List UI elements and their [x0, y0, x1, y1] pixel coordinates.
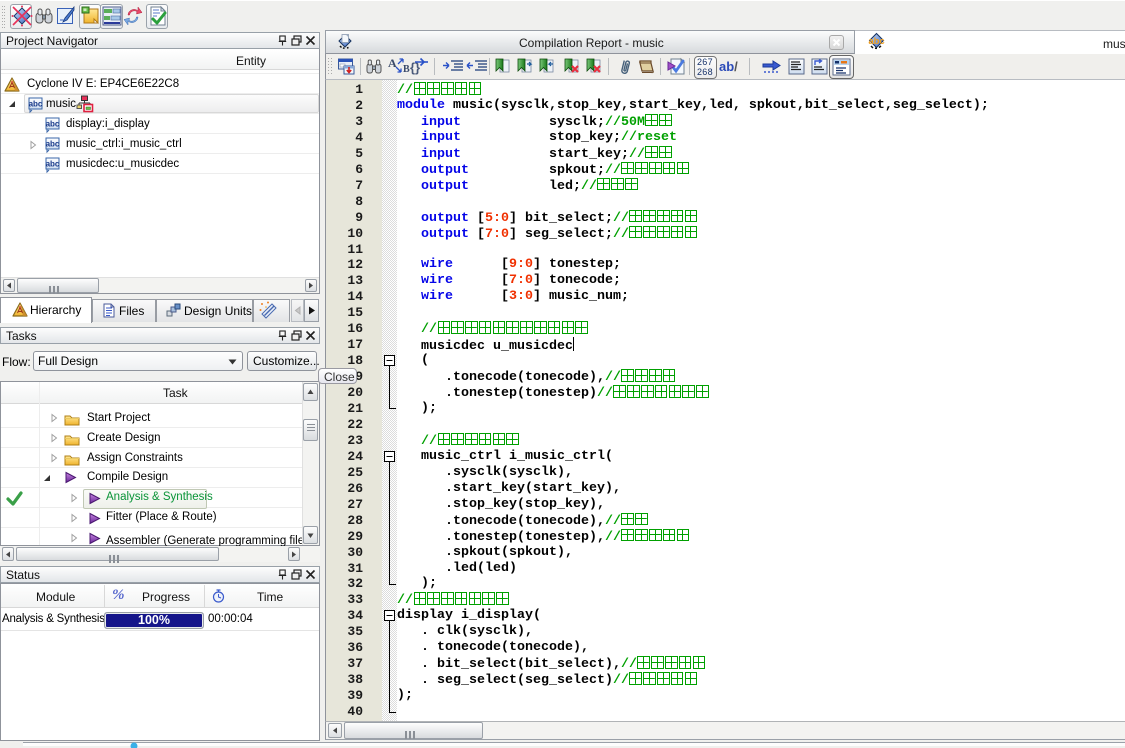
svg-text:abc: abc — [868, 36, 884, 47]
svg-text:abc: abc — [29, 100, 43, 109]
svg-text:abc: abc — [46, 140, 60, 149]
svg-text:abc: abc — [46, 160, 60, 169]
svg-text:abc: abc — [46, 120, 60, 129]
